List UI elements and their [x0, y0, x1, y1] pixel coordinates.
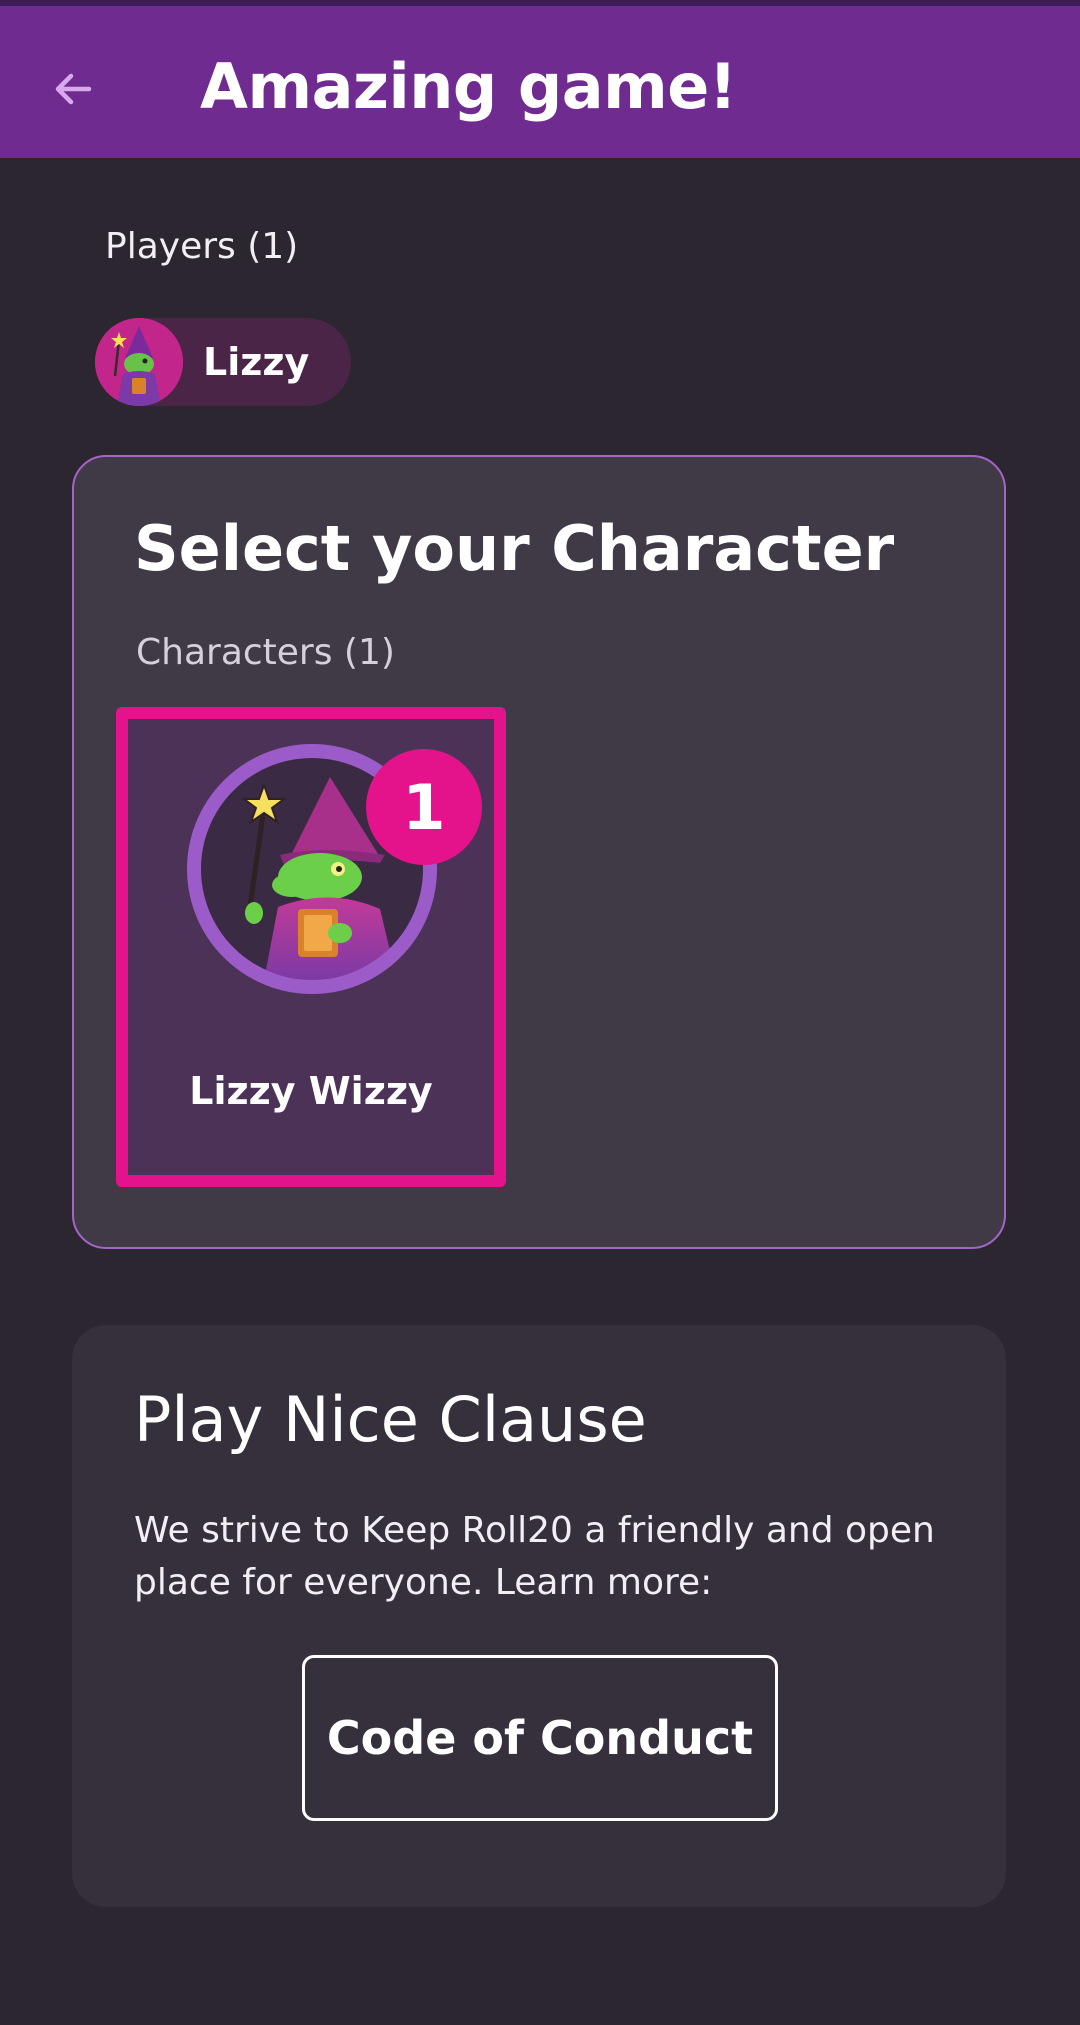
play-nice-title: Play Nice Clause	[134, 1383, 647, 1456]
play-nice-body: We strive to Keep Roll20 a friendly and …	[134, 1510, 935, 1603]
back-button[interactable]	[40, 56, 106, 122]
characters-label: Characters (1)	[136, 632, 395, 673]
character-count-badge: 1	[366, 749, 482, 865]
player-avatar	[95, 318, 183, 406]
arrow-left-icon	[55, 73, 92, 105]
play-nice-card: Play Nice Clause We strive to Keep Roll2…	[72, 1325, 1006, 1907]
app-bar: Amazing game!	[0, 6, 1080, 158]
character-card-selected[interactable]: 1 Lizzy Wizzy	[116, 707, 506, 1187]
character-name: Lizzy Wizzy	[189, 1069, 433, 1113]
character-select-title: Select your Character	[134, 512, 895, 585]
page-title: Amazing game!	[200, 50, 737, 123]
character-select-card: Select your Character Characters (1) 1 L…	[72, 455, 1006, 1249]
code-of-conduct-button[interactable]: Code of Conduct	[302, 1655, 778, 1821]
player-chip[interactable]: Lizzy	[95, 318, 351, 406]
players-label: Players (1)	[105, 226, 299, 267]
player-name: Lizzy	[203, 340, 310, 384]
